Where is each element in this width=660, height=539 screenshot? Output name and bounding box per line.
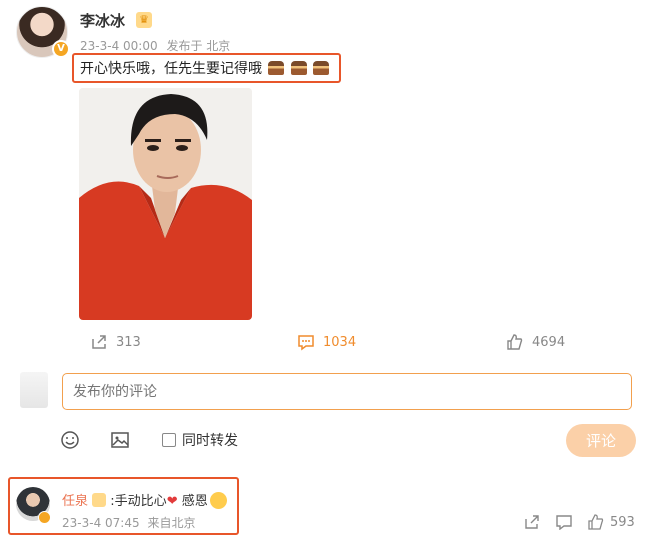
hug-icon	[209, 492, 227, 509]
thumbs-up-icon	[507, 334, 523, 350]
reply-date: 23-3-4 07:45	[62, 516, 140, 530]
comment-icon[interactable]	[556, 514, 572, 530]
heart-icon: ❤	[166, 494, 178, 509]
cake-icon	[290, 61, 307, 75]
reply-text-2: 感恩	[177, 494, 208, 509]
comment-icon	[298, 335, 314, 351]
emoji-button[interactable]	[60, 430, 80, 450]
submit-comment-button[interactable]: 评论	[566, 424, 636, 457]
repost-count: 313	[116, 334, 141, 350]
image-icon	[111, 432, 129, 448]
verified-badge-icon: V	[52, 40, 70, 58]
reply-like-count: 593	[610, 514, 635, 530]
thumbs-up-icon	[588, 514, 604, 530]
share-icon	[92, 335, 106, 349]
reply-content: 任泉 :手动比心❤ 感恩	[62, 490, 227, 509]
cake-icon	[268, 61, 285, 75]
like-action[interactable]: 4694	[506, 333, 565, 351]
reply-meta: 23-3-4 07:45 来自北京	[62, 514, 199, 531]
repost-checkbox[interactable]	[162, 433, 176, 447]
crown-badge-icon: ♛	[136, 12, 152, 28]
cake-icon	[313, 61, 330, 75]
reply-actions: 593	[524, 514, 635, 530]
repost-action[interactable]: 313	[90, 333, 141, 351]
reply-like-button[interactable]: 593	[588, 514, 635, 530]
post-body: 开心快乐哦，任先生要记得哦	[80, 61, 262, 77]
verified-badge-icon	[38, 511, 51, 524]
post-photo[interactable]	[79, 88, 252, 320]
post-meta: 23-3-4 00:00 发布于 北京	[80, 37, 235, 54]
reply-text: :手动比心	[110, 494, 167, 509]
repost-label: 同时转发	[182, 433, 238, 449]
repost-toggle[interactable]: 同时转发	[162, 430, 238, 450]
comment-count: 1034	[323, 334, 357, 350]
author-name[interactable]: 李冰冰	[80, 10, 125, 31]
share-icon[interactable]	[524, 514, 540, 530]
like-count: 4694	[532, 334, 566, 350]
comment-action[interactable]: 1034	[297, 333, 356, 351]
post-date: 23-3-4 00:00	[80, 39, 158, 53]
current-user-avatar	[20, 372, 48, 408]
comment-input[interactable]	[62, 373, 632, 410]
post-text: 开心快乐哦，任先生要记得哦	[80, 58, 330, 78]
portrait-image	[79, 88, 252, 320]
post-location: 发布于 北京	[166, 39, 231, 53]
crown-badge-icon	[92, 493, 107, 507]
smiley-icon	[61, 431, 79, 449]
image-button[interactable]	[110, 430, 130, 450]
reply-source: 来自北京	[147, 516, 196, 530]
reply-author-name[interactable]: 任泉	[62, 494, 88, 509]
